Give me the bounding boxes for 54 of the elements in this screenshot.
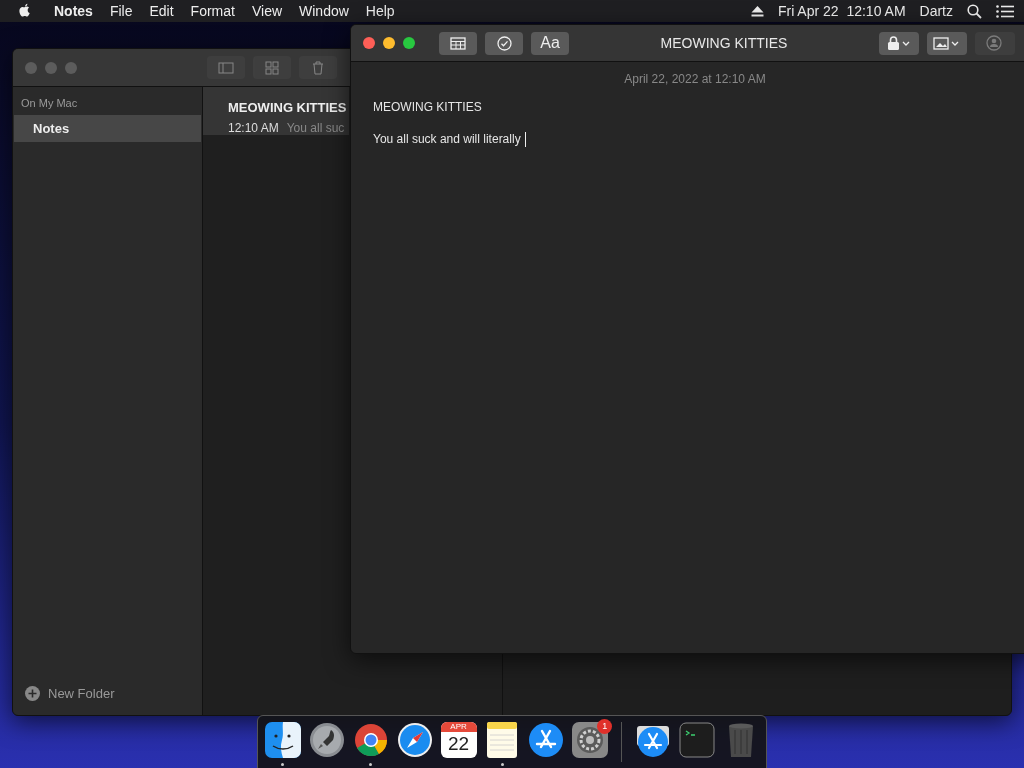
gear-icon[interactable] xyxy=(572,722,609,758)
delete-button[interactable] xyxy=(299,56,337,79)
media-button[interactable] xyxy=(927,31,967,55)
note-preview: You all suc xyxy=(286,120,345,135)
menu-clock[interactable]: Fri Apr 22 12:10 AM xyxy=(777,0,906,22)
note-title: MEOWING KITTIES xyxy=(228,99,347,117)
note-list-item[interactable]: MEOWING KITTIES 12:10 AM You all suc xyxy=(203,87,349,135)
calendar-month: APR xyxy=(440,722,477,732)
list-icon[interactable] xyxy=(996,4,1014,18)
folder-item[interactable]: Notes xyxy=(14,114,201,142)
sidebar-icon xyxy=(218,61,234,74)
calendar-icon[interactable]: APR 22 xyxy=(440,722,477,758)
share-button[interactable] xyxy=(975,31,1015,55)
note-text: MEOWING KITTIES xyxy=(373,99,482,116)
note-date: April 22, 2022 at 12:10 AM xyxy=(624,71,766,88)
note-text: You all suck and will literally xyxy=(373,131,521,148)
compass-icon[interactable] xyxy=(396,722,433,758)
notification-badge: 1 xyxy=(597,719,613,734)
terminal-icon[interactable] xyxy=(679,722,716,758)
checklist-button[interactable] xyxy=(485,31,523,55)
menu-item[interactable]: Format xyxy=(190,0,235,22)
face-icon[interactable] xyxy=(264,722,301,758)
user-menu[interactable]: Dartz xyxy=(919,0,953,22)
zoom-button[interactable] xyxy=(403,37,415,49)
menu-item[interactable]: View xyxy=(251,0,283,22)
section-header: On My Mac xyxy=(20,96,79,111)
calendar-day: 22 xyxy=(448,732,470,756)
new-folder-link[interactable]: New Folder xyxy=(48,683,115,703)
chrome-icon[interactable] xyxy=(352,722,389,758)
checkmark-circle-icon xyxy=(496,35,512,51)
app-store-icon[interactable] xyxy=(528,722,565,758)
lock-icon xyxy=(886,36,912,50)
note-time: 12:10 AM xyxy=(228,120,279,135)
menu-item[interactable]: Help xyxy=(365,0,395,22)
eject-icon[interactable] xyxy=(750,5,764,17)
photo-icon xyxy=(933,36,961,50)
add-icon xyxy=(25,685,40,701)
menu-item[interactable]: File xyxy=(109,0,133,22)
table-button[interactable] xyxy=(439,31,477,55)
search-icon[interactable] xyxy=(967,3,982,19)
close-button[interactable] xyxy=(363,37,375,49)
grid-icon xyxy=(265,60,279,75)
menu-item[interactable]: Edit xyxy=(149,0,174,22)
menu-item[interactable]: Window xyxy=(299,0,349,22)
format-button[interactable]: Aa xyxy=(531,31,569,55)
apple-menu-icon[interactable] xyxy=(18,3,32,19)
app-menu[interactable]: Notes xyxy=(54,0,93,22)
rocket-icon[interactable] xyxy=(308,722,345,758)
lock-button[interactable] xyxy=(879,31,919,55)
table-icon xyxy=(450,36,466,50)
window-title: MEOWING KITTIES xyxy=(659,33,789,53)
text-cursor xyxy=(524,131,526,147)
minimize-button[interactable] xyxy=(383,37,395,49)
trash-icon xyxy=(312,60,324,75)
